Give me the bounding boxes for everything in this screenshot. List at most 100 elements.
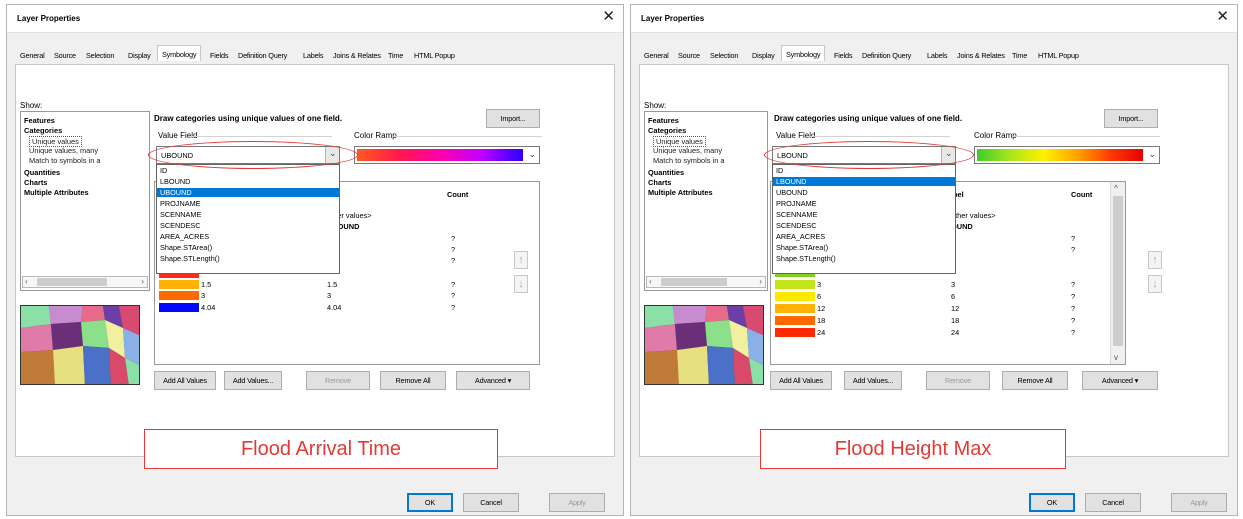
apply-button[interactable]: Apply (549, 493, 605, 512)
color-ramp-dropdown[interactable]: ⌄ (974, 146, 1160, 164)
tree-item-unique-values-many[interactable]: Unique values, many (29, 146, 98, 155)
list-item[interactable]: Shape.STLength() (157, 254, 339, 263)
import-button[interactable]: Import... (1104, 109, 1158, 128)
scroll-down-icon[interactable]: v (1114, 353, 1118, 362)
cancel-button[interactable]: Cancel (1085, 493, 1141, 512)
table-vertical-scrollbar[interactable]: ^ v (1110, 182, 1125, 364)
list-item[interactable]: UBOUND (773, 188, 955, 197)
tab-source[interactable]: Source (673, 48, 705, 62)
scroll-up-icon[interactable]: ^ (1114, 184, 1118, 193)
close-icon[interactable]: ✕ (602, 8, 615, 26)
close-icon[interactable]: ✕ (1216, 8, 1229, 26)
symbol-swatch[interactable] (159, 280, 199, 289)
value-field-options-list[interactable]: ID LBOUND UBOUND PROJNAME SCENNAME SCEND… (156, 164, 340, 274)
move-down-button[interactable]: ↓ (514, 275, 528, 293)
add-all-values-button[interactable]: Add All Values (770, 371, 832, 390)
tab-definition-query[interactable]: Definition Query (233, 48, 292, 62)
remove-all-button[interactable]: Remove All (380, 371, 446, 390)
tab-source[interactable]: Source (49, 48, 81, 62)
list-item-highlighted[interactable]: LBOUND (773, 177, 955, 186)
tab-html-popup[interactable]: HTML Popup (1033, 48, 1084, 62)
list-item[interactable]: SCENNAME (773, 210, 955, 219)
tree-horizontal-scrollbar[interactable]: ‹ › (22, 276, 148, 288)
tree-item-categories[interactable]: Categories (24, 126, 62, 135)
symbol-swatch[interactable] (159, 303, 199, 312)
tab-selection[interactable]: Selection (81, 48, 119, 62)
scroll-right-icon[interactable]: › (759, 277, 762, 286)
add-all-values-button[interactable]: Add All Values (154, 371, 216, 390)
list-item[interactable]: PROJNAME (773, 199, 955, 208)
tab-definition-query[interactable]: Definition Query (857, 48, 916, 62)
list-item[interactable]: SCENDESC (773, 221, 955, 230)
remove-button[interactable]: Remove (926, 371, 990, 390)
tab-labels[interactable]: Labels (922, 48, 952, 62)
tree-horizontal-scrollbar[interactable]: ‹ › (646, 276, 766, 288)
tree-item-unique-values-many[interactable]: Unique values, many (653, 146, 722, 155)
tab-time[interactable]: Time (383, 48, 408, 62)
list-item[interactable]: Shape.STArea() (157, 243, 339, 252)
symbol-swatch[interactable] (775, 304, 815, 313)
tab-html-popup[interactable]: HTML Popup (409, 48, 460, 62)
tab-general[interactable]: General (15, 48, 50, 62)
move-down-button[interactable]: ↓ (1148, 275, 1162, 293)
tab-joins-relates[interactable]: Joins & Relates (952, 48, 1010, 62)
symbol-swatch[interactable] (775, 280, 815, 289)
color-ramp-dropdown[interactable]: ⌄ (354, 146, 540, 164)
tree-item-quantities[interactable]: Quantities (648, 168, 684, 177)
tab-joins-relates[interactable]: Joins & Relates (328, 48, 386, 62)
symbol-swatch[interactable] (775, 292, 815, 301)
ok-button[interactable]: OK (1029, 493, 1075, 512)
tree-item-features[interactable]: Features (648, 116, 679, 125)
import-button[interactable]: Import... (486, 109, 540, 128)
tab-symbology[interactable]: Symbology (157, 45, 202, 61)
tree-item-categories[interactable]: Categories (648, 126, 686, 135)
symbol-swatch[interactable] (775, 316, 815, 325)
list-item[interactable]: Shape.STArea() (773, 243, 955, 252)
symbol-swatch[interactable] (775, 328, 815, 337)
tab-display[interactable]: Display (747, 48, 780, 62)
scroll-left-icon[interactable]: ‹ (25, 277, 28, 286)
advanced-button[interactable]: Advanced ▾ (456, 371, 530, 390)
move-up-button[interactable]: ↑ (514, 251, 528, 269)
tab-general[interactable]: General (639, 48, 674, 62)
apply-button[interactable]: Apply (1171, 493, 1227, 512)
scrollbar-thumb[interactable] (1113, 196, 1123, 346)
tab-fields[interactable]: Fields (829, 48, 857, 62)
tree-item-quantities[interactable]: Quantities (24, 168, 60, 177)
list-item-highlighted[interactable]: UBOUND (157, 188, 339, 197)
table-row[interactable]: other values> (951, 211, 996, 220)
tree-item-match-to-symbols[interactable]: Match to symbols in a (653, 156, 724, 165)
add-values-button[interactable]: Add Values... (224, 371, 282, 390)
ok-button[interactable]: OK (407, 493, 453, 512)
list-item[interactable]: AREA_ACRES (157, 232, 339, 241)
scrollbar-thumb[interactable] (661, 278, 727, 286)
tab-fields[interactable]: Fields (205, 48, 233, 62)
scroll-left-icon[interactable]: ‹ (649, 277, 652, 286)
tab-selection[interactable]: Selection (705, 48, 743, 62)
tab-time[interactable]: Time (1007, 48, 1032, 62)
scrollbar-thumb[interactable] (37, 278, 107, 286)
tree-item-features[interactable]: Features (24, 116, 55, 125)
symbol-swatch[interactable] (159, 291, 199, 300)
list-item[interactable]: SCENNAME (157, 210, 339, 219)
tree-item-match-to-symbols[interactable]: Match to symbols in a (29, 156, 100, 165)
list-item[interactable]: PROJNAME (157, 199, 339, 208)
remove-all-button[interactable]: Remove All (1002, 371, 1068, 390)
value-field-options-list[interactable]: ID LBOUND UBOUND PROJNAME SCENNAME SCEND… (772, 164, 956, 274)
remove-button[interactable]: Remove (306, 371, 370, 390)
tree-item-multiple-attributes[interactable]: Multiple Attributes (24, 188, 89, 197)
cancel-button[interactable]: Cancel (463, 493, 519, 512)
tab-symbology[interactable]: Symbology (781, 45, 826, 61)
list-item[interactable]: SCENDESC (157, 221, 339, 230)
add-values-button[interactable]: Add Values... (844, 371, 902, 390)
list-item[interactable]: AREA_ACRES (773, 232, 955, 241)
scroll-right-icon[interactable]: › (141, 277, 144, 286)
list-item[interactable]: LBOUND (157, 177, 339, 186)
tree-item-charts[interactable]: Charts (648, 178, 671, 187)
tab-labels[interactable]: Labels (298, 48, 328, 62)
tab-display[interactable]: Display (123, 48, 156, 62)
move-up-button[interactable]: ↑ (1148, 251, 1162, 269)
tree-item-multiple-attributes[interactable]: Multiple Attributes (648, 188, 713, 197)
tree-item-charts[interactable]: Charts (24, 178, 47, 187)
list-item[interactable]: Shape.STLength() (773, 254, 955, 263)
